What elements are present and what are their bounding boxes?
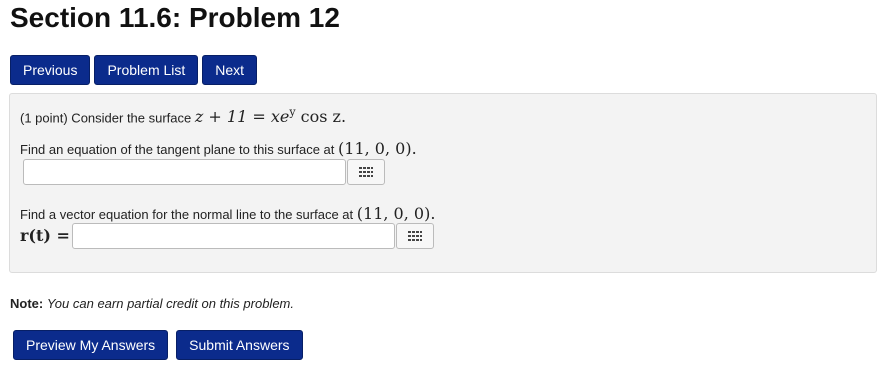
answer-actions: Preview My Answers Submit Answers [13, 330, 303, 360]
preview-answers-button[interactable]: Preview My Answers [13, 330, 169, 360]
keyboard-grid-icon[interactable] [396, 223, 434, 249]
problem-statement: (1 point) Consider the surface z + 11 = … [20, 106, 346, 126]
question-1-text: Find an equation of the tangent plane to… [20, 142, 335, 157]
question-2: Find a vector equation for the normal li… [20, 204, 435, 223]
tangent-plane-input[interactable] [23, 159, 346, 185]
submit-answers-button[interactable]: Submit Answers [176, 330, 303, 360]
rt-label-wrap: r(t) = [20, 226, 70, 245]
question-1: Find an equation of the tangent plane to… [20, 139, 417, 158]
problem-nav: Previous Problem List Next [10, 55, 258, 85]
keyboard-grid-icon[interactable] [347, 159, 385, 185]
problem-panel: (1 point) Consider the surface z + 11 = … [9, 93, 877, 273]
page-title: Section 11.6: Problem 12 [10, 2, 340, 33]
note-label: Note: [10, 296, 44, 311]
surface-equation: z + 11 = xey cos z. [194, 106, 347, 127]
question-2-text: Find a vector equation for the normal li… [20, 207, 354, 222]
points-text: (1 point) Consider the surface [20, 110, 192, 126]
point-1: (11, 0, 0). [338, 139, 417, 158]
previous-button[interactable]: Previous [10, 55, 91, 85]
normal-line-input[interactable] [72, 223, 395, 249]
problem-list-button[interactable]: Problem List [94, 55, 199, 85]
point-2: (11, 0, 0). [356, 204, 436, 223]
next-button[interactable]: Next [202, 55, 258, 85]
note: Note: You can earn partial credit on thi… [10, 296, 294, 311]
rt-label: r(t) = [20, 226, 70, 245]
note-text: You can earn partial credit on this prob… [46, 296, 294, 311]
